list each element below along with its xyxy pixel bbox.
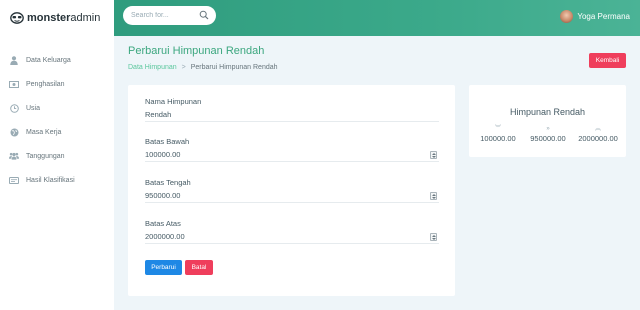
sidebar-item-tanggungan[interactable]: Tanggungan [0,149,114,163]
stat-batas-bawah: ︾ 100000.00 [473,125,523,143]
sidebar-item-masa-kerja[interactable]: Masa Kerja [0,125,114,139]
sidebar-item-hasil-klasifikasi[interactable]: Hasil Klasifikasi [0,173,114,187]
globe-icon [9,127,19,137]
user-icon [9,55,19,65]
back-button[interactable]: Kembali [589,53,626,68]
search-box [123,6,216,25]
sidebar-item-label: Masa Kerja [26,128,62,136]
sidebar-item-usia[interactable]: Usia [0,101,114,115]
batas-atas-stepper[interactable] [430,233,437,241]
field-label-batas-tengah: Batas Tengah [145,178,191,187]
breadcrumb-current: Perbarui Himpunan Rendah [190,64,278,71]
page-title: Perbarui Himpunan Rendah [128,45,265,57]
edit-form-card: Nama Himpunan Batas Bawah Batas Tengah B… [128,85,455,296]
field-label-batas-bawah: Batas Bawah [145,137,190,146]
double-chevron-down-icon: ︾ [494,126,501,132]
breadcrumb: Data Himpunan > Perbarui Himpunan Rendah [128,64,278,71]
stat-batas-atas: ︽ 2000000.00 [573,125,623,143]
breadcrumb-link-data-himpunan[interactable]: Data Himpunan [128,64,177,71]
brand-name-light: admin [70,12,101,24]
brand-logo[interactable]: monster admin [0,0,114,36]
summary-card: Himpunan Rendah ︾ 100000.00 » 950000.00 … [469,85,626,157]
user-menu[interactable]: Yoga Permana [560,10,630,23]
batas-tengah-input[interactable] [145,189,439,203]
nama-himpunan-input[interactable] [145,108,439,122]
money-icon [9,79,19,89]
users-icon [9,151,19,161]
stat-value: 100000.00 [480,134,516,143]
sidebar-item-label: Tanggungan [26,152,65,160]
field-label-nama-himpunan: Nama Himpunan [145,97,202,106]
sidebar: Data Keluarga Penghasilan Usia Masa Kerj… [0,36,114,310]
search-input[interactable] [131,12,201,19]
sidebar-item-label: Usia [26,104,41,112]
summary-title: Himpunan Rendah [509,107,586,117]
sidebar-item-label: Hasil Klasifikasi [26,176,75,184]
monster-logo-icon [10,12,24,24]
stat-value: 950000.00 [530,134,566,143]
stat-value: 2000000.00 [578,134,618,143]
user-name: Yoga Permana [577,12,630,21]
header-band: Yoga Permana [114,0,640,36]
sidebar-item-penghasilan[interactable]: Penghasilan [0,77,114,91]
card-icon [9,175,19,185]
batas-bawah-stepper[interactable] [430,151,437,159]
sidebar-item-label: Data Keluarga [26,56,71,64]
field-label-batas-atas: Batas Atas [145,219,181,228]
clock-icon [9,103,19,113]
double-chevron-up-icon: ︽ [594,126,601,132]
stat-batas-tengah: » 950000.00 [523,125,573,143]
top-navbar: monsteradmin Yoga Permana [0,0,640,36]
batas-tengah-stepper[interactable] [430,192,437,200]
search-icon[interactable] [199,10,209,20]
sidebar-item-label: Penghasilan [26,80,65,88]
cancel-button[interactable]: Batal [185,260,213,275]
avatar [560,10,574,23]
update-button[interactable]: Perbarui [145,260,182,275]
batas-bawah-input[interactable] [145,148,439,162]
brand-name-strong: monster [27,12,71,24]
breadcrumb-separator: > [181,64,186,71]
batas-atas-input[interactable] [145,230,439,244]
sidebar-item-data-keluarga[interactable]: Data Keluarga [0,53,114,67]
double-chevron-right-icon: » [546,126,550,132]
